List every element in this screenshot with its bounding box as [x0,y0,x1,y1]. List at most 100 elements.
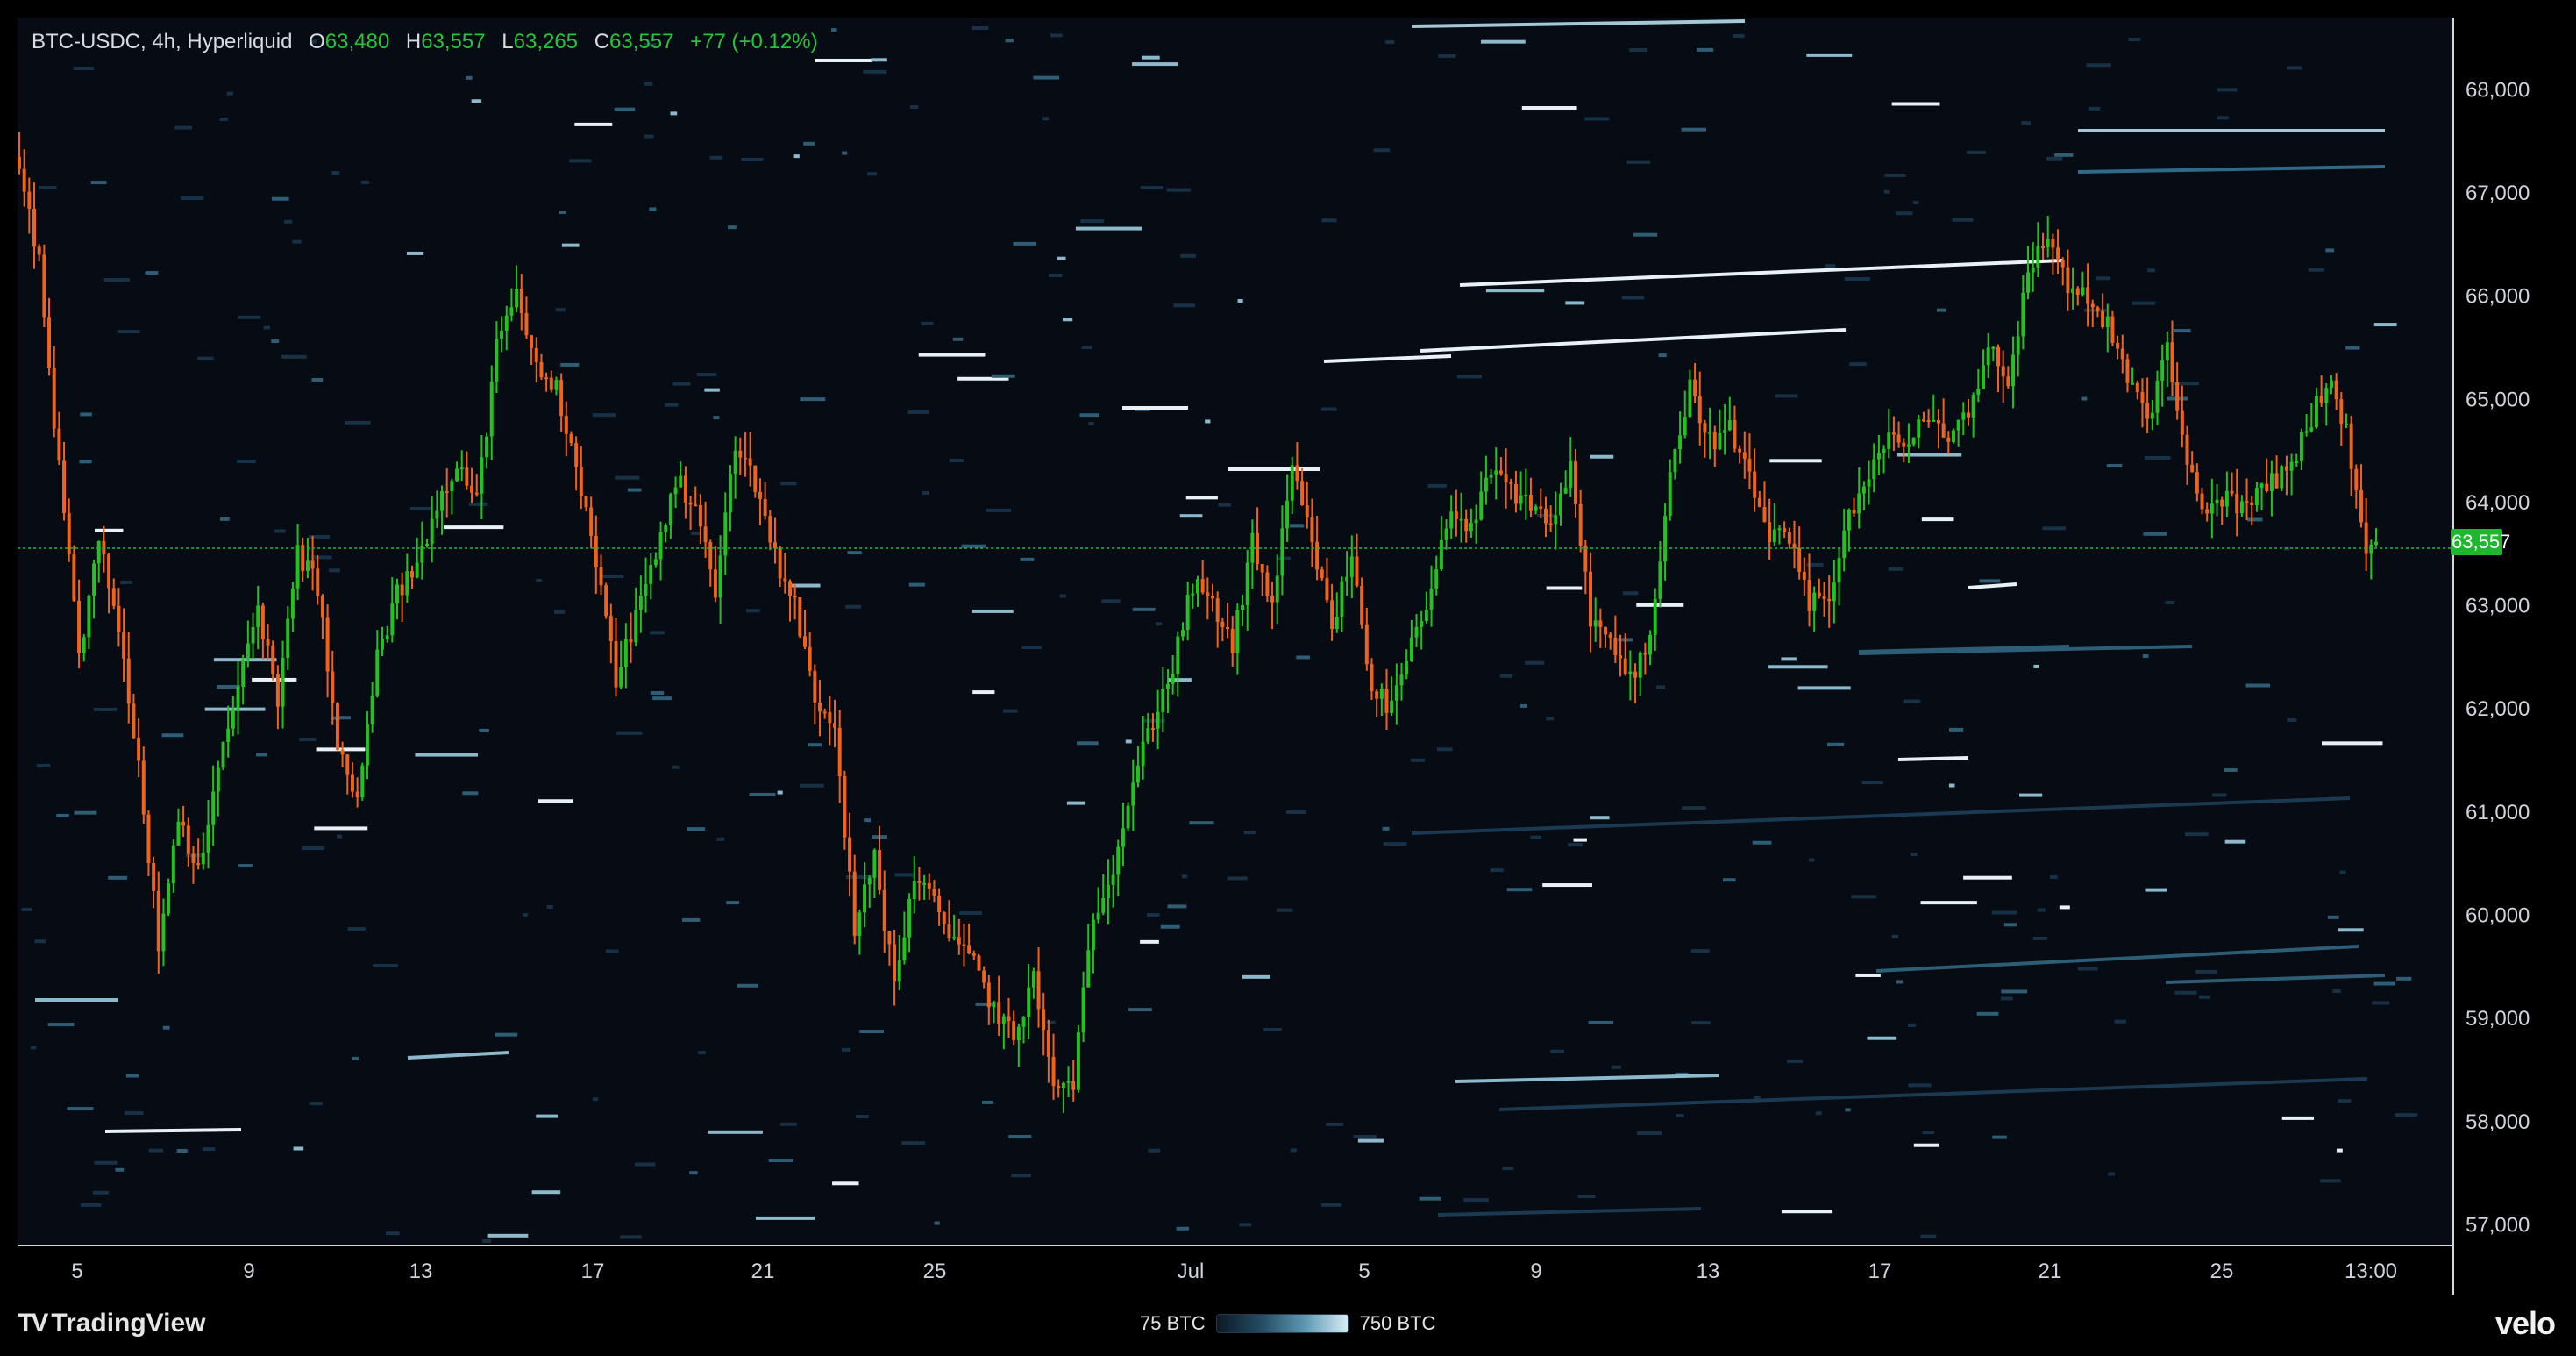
candle-body [1822,596,1826,599]
liquidity-cluster [373,963,399,967]
candle-body [1563,487,1568,494]
candle-body [1967,412,1970,418]
candle-body [867,877,872,885]
liquidity-cluster [1530,835,1541,839]
liquidity-cluster [2003,923,2017,927]
candle-body [534,347,538,363]
liquidity-cluster [1277,556,1292,560]
candle-body [1390,700,1394,713]
change-value: +77 (+0.12%) [690,30,818,54]
candle-body [1031,971,1035,988]
candle-body [957,937,961,945]
candle-body [763,498,767,517]
candle-body [1494,470,1498,475]
candle-body [1394,685,1398,701]
liquidity-cluster [197,356,214,360]
candle-body [1956,419,1960,431]
candle-body [2001,366,2005,377]
liquidity-cluster [546,904,553,909]
tradingview-logo[interactable]: TV TradingView [18,1309,206,1338]
chart-canvas[interactable]: 57,000 58,000 59,000 60,000 61,000 62,000 63,0… [0,0,2576,1356]
candle-body [1762,507,1767,523]
candle-body [902,937,907,961]
liquidity-cluster [1948,783,1955,788]
candle-body [1951,430,1955,442]
candle-body [1439,539,1443,570]
candle-body [1513,483,1518,504]
candle-body [1678,435,1683,450]
liquidity-cluster [1156,622,1163,626]
liquidity-cluster [2144,455,2171,460]
x-tick-label: 9 [243,1260,254,1283]
candle-body [623,639,628,667]
liquidity-cluster [934,1221,940,1225]
liquidity-cluster [1550,1049,1565,1053]
liquidity-cluster [1142,55,1160,60]
candle-body [1181,630,1185,637]
liquidity-cluster [698,1051,706,1055]
symbol-label[interactable]: BTC-USDC, 4h, Hyperliquid [32,30,292,54]
liquidity-cluster [1888,567,1904,571]
candle-body [1653,598,1657,635]
liquidity-cluster [2372,1001,2390,1005]
candle-body [1146,728,1150,742]
liquidity-cluster [555,308,566,312]
liquidity-cluster [2245,683,2271,688]
liquidity-cluster [94,528,124,532]
candle-body [1116,846,1121,875]
liquidity-cluster [1321,1203,1341,1207]
liquidity-cluster [2032,936,2047,940]
candle-body [2150,412,2154,419]
liquidity-cluster [561,243,580,247]
liquidity-cluster [1991,910,2017,915]
candle-body [167,883,171,914]
liquidity-cluster [605,949,619,953]
candle-body [2120,348,2124,360]
candle-body [1673,449,1677,473]
liquidity-cluster [863,69,887,74]
candle-body [768,516,772,543]
candle-body [1051,1056,1056,1086]
liquidity-cluster [74,810,97,815]
candle-body [335,703,339,750]
candle-body [1812,592,1817,611]
liquidity-cluster [2077,967,2098,971]
candle-body [748,458,752,466]
candle-body [584,496,588,508]
liquidity-cluster [2345,346,2360,350]
candle-body [2195,472,2199,494]
candle-body [2274,473,2279,489]
candle-body [1733,420,1737,449]
liquidity-cluster [569,159,592,163]
x-tick-label: 9 [1530,1260,1541,1283]
liquidity-cluster [2224,767,2238,772]
candle-body [718,555,722,598]
candle-body [519,289,523,313]
liquidity-cluster [949,459,964,463]
liquidity-cluster [1285,810,1306,815]
liquidity-cluster [1626,160,1651,164]
liquidity-cluster [1048,274,1063,278]
candle-body [405,571,409,596]
candle-body [967,945,971,953]
liquidity-cluster [1787,1059,1804,1063]
candle-body [2239,501,2244,514]
candle-body [82,637,86,653]
candle-body [495,339,499,382]
liquidity-cluster [281,354,307,359]
liquidity-cluster [1855,973,1881,977]
liquidity-cluster [21,907,32,911]
candle-body [863,884,867,913]
liquidity-cluster [1179,514,1203,518]
liquidity-cluster [302,846,324,851]
liquidity-cluster [768,1158,794,1162]
candle-body [1012,1021,1016,1041]
liquidity-cluster [593,1097,599,1102]
liquidity-cluster [808,743,822,747]
liquidity-cluster [2145,888,2167,892]
candle-body [634,610,638,643]
velo-logo[interactable]: velo [2495,1305,2556,1342]
liquidity-cluster [1769,459,1822,463]
candle-body [2036,246,2040,268]
liquidity-cluster [627,488,642,492]
